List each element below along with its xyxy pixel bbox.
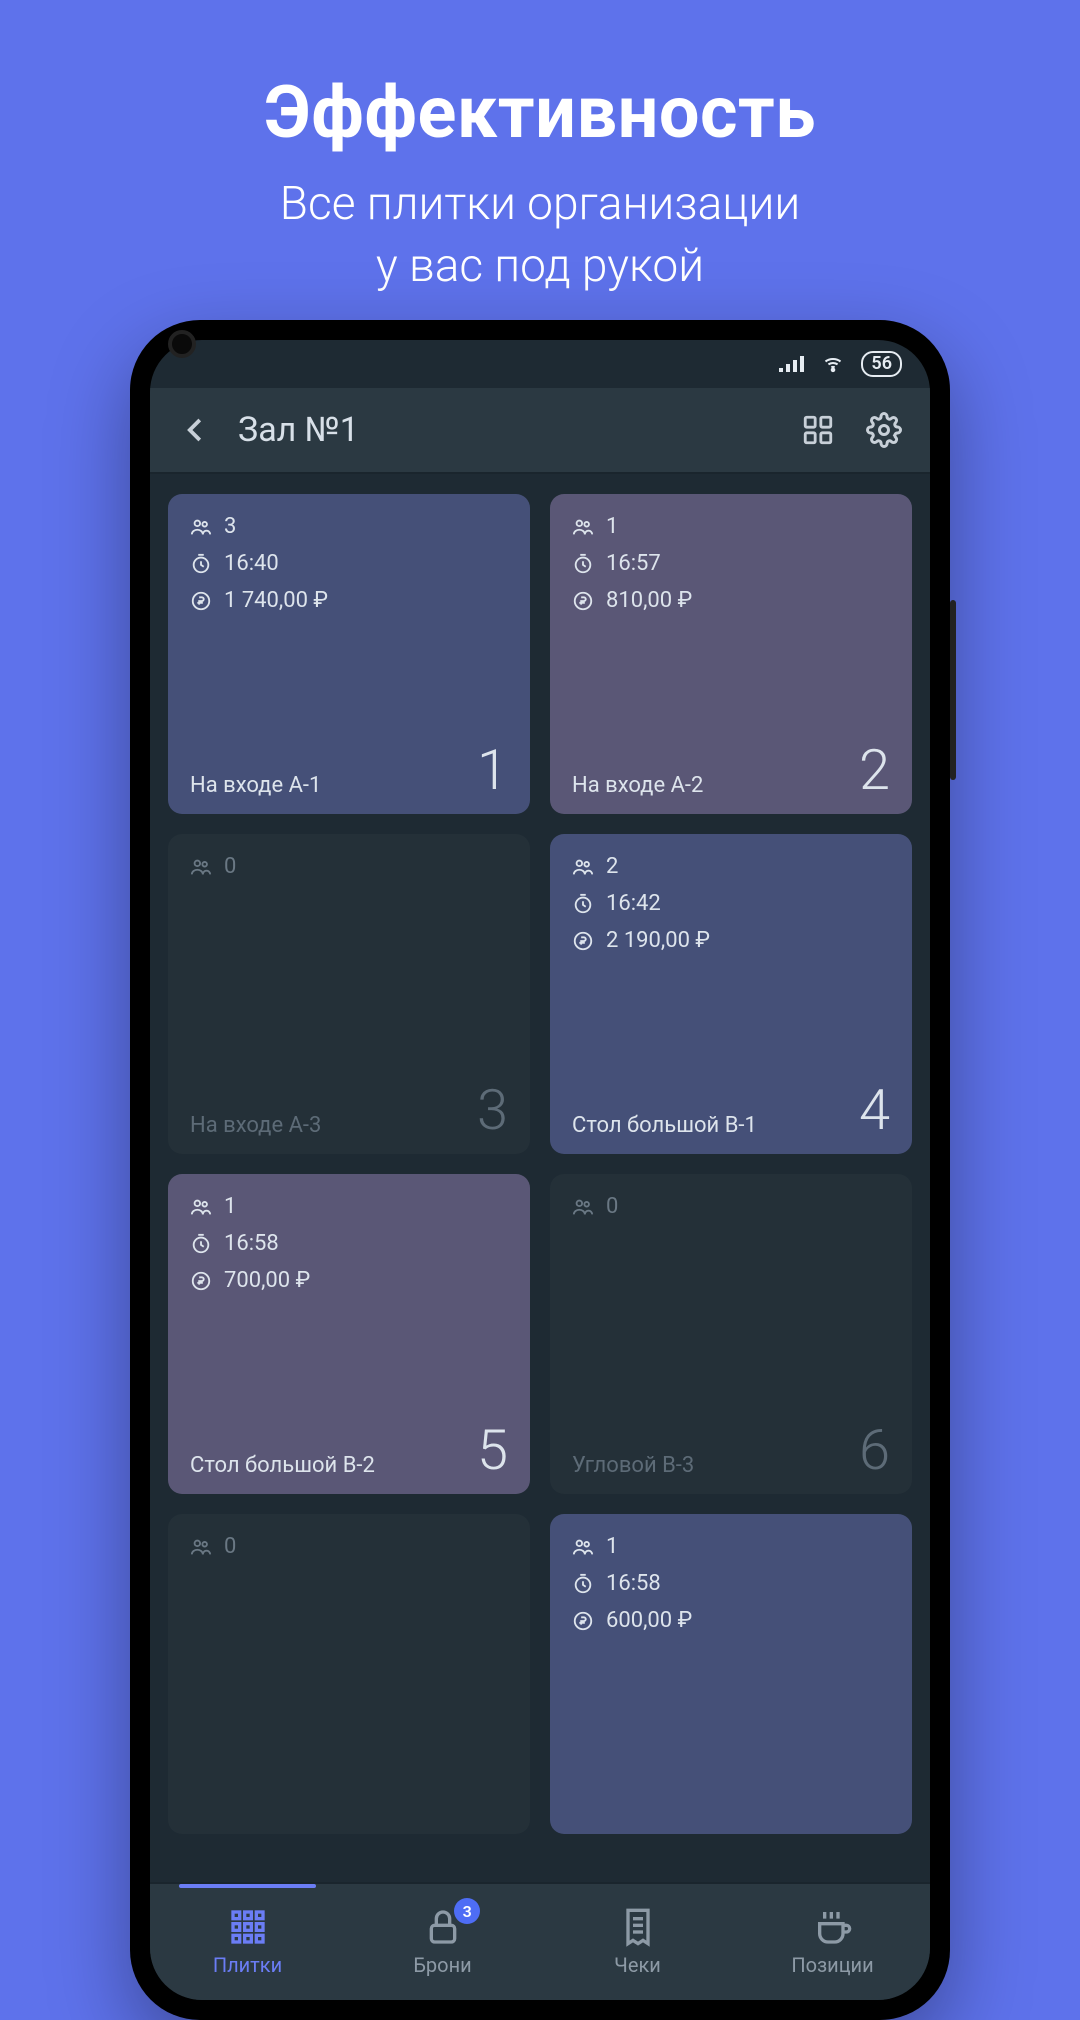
tile-amount: 2 190,00 ₽ xyxy=(572,928,890,953)
phone-camera xyxy=(168,330,196,358)
tile-guests: 0 xyxy=(190,1534,508,1559)
table-tile[interactable]: 0 Угловой В-3 6 xyxy=(550,1174,912,1494)
tile-grid: 3 16:40 1 740,00 ₽ На входе А-1 1 1 16:57 810,0… xyxy=(168,494,912,1834)
back-button[interactable] xyxy=(172,406,220,454)
tile-name: На входе А-2 xyxy=(572,773,703,798)
settings-button[interactable] xyxy=(860,406,908,454)
tile-amount: 700,00 ₽ xyxy=(190,1268,508,1293)
tile-time: 16:58 xyxy=(190,1231,508,1256)
top-bar: Зал №1 xyxy=(150,388,930,474)
hero-title: Эффективность xyxy=(0,70,1080,155)
nav-tiles[interactable]: Плитки xyxy=(150,1884,345,2000)
nav-receipts[interactable]: Чеки xyxy=(540,1884,735,2000)
tile-guests: 3 xyxy=(190,514,508,539)
page-title: Зал №1 xyxy=(238,410,776,450)
tile-time: 16:57 xyxy=(572,551,890,576)
table-tile[interactable]: 1 16:58 700,00 ₽ Стол большой В-2 5 xyxy=(168,1174,530,1494)
wifi-icon xyxy=(819,354,847,374)
nav-label: Позиции xyxy=(791,1953,873,1977)
layout-button[interactable] xyxy=(794,406,842,454)
tile-time: 16:58 xyxy=(572,1571,890,1596)
table-tile[interactable]: 1 16:58 600,00 ₽ xyxy=(550,1514,912,1834)
hero: Эффективность Все плитки организации у в… xyxy=(0,0,1080,297)
signal-icon xyxy=(777,354,805,374)
tile-number: 5 xyxy=(477,1422,508,1478)
tile-name: Угловой В-3 xyxy=(572,1453,694,1478)
phone-screen: 56 Зал №1 316:401 740,00 ₽На входе А-111… xyxy=(150,340,930,2000)
chevron-left-icon xyxy=(181,415,211,445)
tile-guests: 1 xyxy=(572,1534,890,1559)
tile-number: 6 xyxy=(859,1422,890,1478)
tile-guests: 1 xyxy=(190,1194,508,1219)
tile-guests: 2 xyxy=(572,854,890,879)
table-tile[interactable]: 0 xyxy=(168,1514,530,1834)
table-tile[interactable]: 1 16:57 810,00 ₽ На входе А-2 2 xyxy=(550,494,912,814)
tile-time: 16:40 xyxy=(190,551,508,576)
battery-indicator: 56 xyxy=(861,351,902,377)
hero-subtitle: Все плитки организации у вас под рукой xyxy=(0,173,1080,297)
table-tile[interactable]: 2 16:42 2 190,00 ₽ Стол большой В-1 4 xyxy=(550,834,912,1154)
table-tile[interactable]: 3 16:40 1 740,00 ₽ На входе А-1 1 xyxy=(168,494,530,814)
tile-number: 1 xyxy=(477,742,508,798)
table-tile[interactable]: 0 На входе А-3 3 xyxy=(168,834,530,1154)
tile-name: На входе А-3 xyxy=(190,1113,321,1138)
tile-guests: 0 xyxy=(572,1194,890,1219)
tile-scroll[interactable]: 3 16:40 1 740,00 ₽ На входе А-1 1 1 16:57 810,0… xyxy=(150,474,930,1882)
nav-positions[interactable]: Позиции xyxy=(735,1884,930,2000)
tile-number: 2 xyxy=(859,742,890,798)
tile-name: Стол большой В-1 xyxy=(572,1113,757,1138)
tile-number: 4 xyxy=(859,1082,890,1138)
tile-name: Стол большой В-2 xyxy=(190,1453,375,1478)
grid-icon xyxy=(801,413,835,447)
tile-name: На входе А-1 xyxy=(190,773,321,798)
tile-amount: 810,00 ₽ xyxy=(572,588,890,613)
nav-label: Брони xyxy=(413,1953,471,1977)
nav-label: Плитки xyxy=(213,1953,282,1977)
phone-frame: 56 Зал №1 316:401 740,00 ₽На входе А-111… xyxy=(130,320,950,2020)
tile-amount: 1 740,00 ₽ xyxy=(190,588,508,613)
status-bar: 56 xyxy=(150,340,930,388)
tile-number: 3 xyxy=(477,1082,508,1138)
tile-amount: 600,00 ₽ xyxy=(572,1608,890,1633)
nav-badge: 3 xyxy=(454,1898,480,1924)
cup-icon xyxy=(813,1907,853,1947)
receipt-icon xyxy=(618,1907,658,1947)
tile-guests: 1 xyxy=(572,514,890,539)
tile-guests: 0 xyxy=(190,854,508,879)
tiles-icon xyxy=(228,1907,268,1947)
nav-reservations[interactable]: 3 Брони xyxy=(345,1884,540,2000)
nav-label: Чеки xyxy=(614,1953,661,1977)
gear-icon xyxy=(866,412,902,448)
bottom-nav: Плитки 3 Брони Чеки Позиции xyxy=(150,1882,930,2000)
tile-time: 16:42 xyxy=(572,891,890,916)
